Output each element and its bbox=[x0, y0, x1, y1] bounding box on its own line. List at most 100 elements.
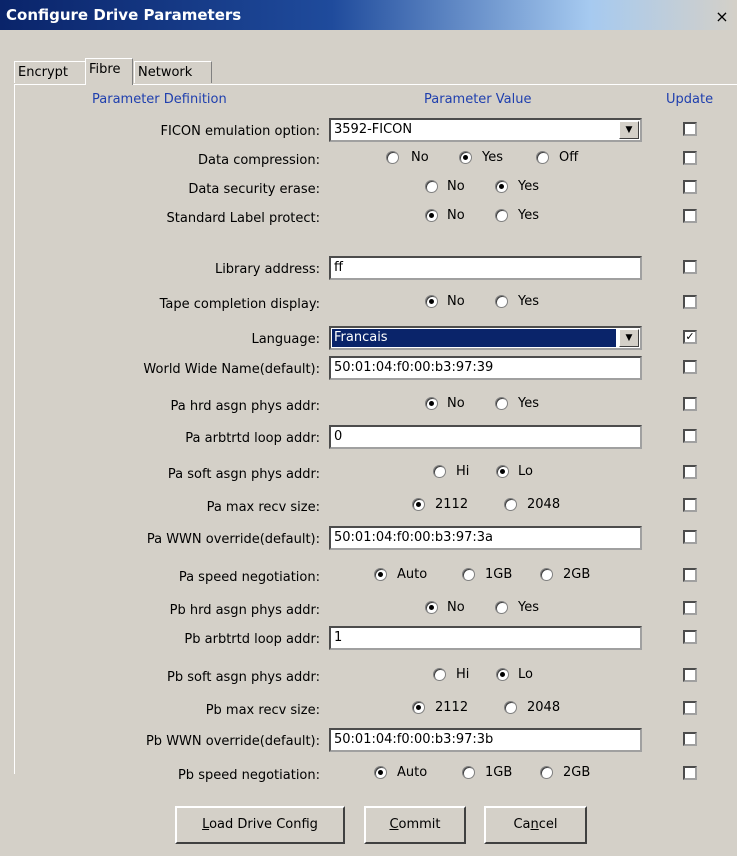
configure-drive-dialog: Configure Drive Parameters × Encrypt Fib… bbox=[0, 0, 737, 856]
language-select[interactable]: Francais ▼ bbox=[329, 326, 642, 350]
radio-auto[interactable] bbox=[374, 568, 387, 581]
update-checkbox-pa-wwn-override[interactable] bbox=[683, 530, 697, 544]
radio-2112[interactable] bbox=[412, 498, 425, 511]
update-checkbox-pa-max-recv[interactable] bbox=[683, 498, 697, 512]
tab-encrypt[interactable]: Encrypt bbox=[14, 61, 86, 83]
radio-off[interactable] bbox=[536, 151, 549, 164]
pa-arbtrtd-loop-input[interactable]: 0 bbox=[329, 425, 642, 449]
row-pb-max-recv: Pb max recv size: 2112 2048 bbox=[0, 697, 737, 725]
button-accelerator: C bbox=[389, 817, 399, 832]
radio-label: 2048 bbox=[527, 700, 561, 715]
radio-yes[interactable] bbox=[495, 601, 508, 614]
pa-arbtrtd-loop-label: Pa arbtrtd loop addr: bbox=[185, 431, 320, 446]
update-checkbox-tape-completion-display[interactable] bbox=[683, 295, 697, 309]
tab-network[interactable]: Network bbox=[134, 61, 212, 83]
radio-no[interactable] bbox=[425, 601, 438, 614]
tab-fibre[interactable]: Fibre bbox=[85, 58, 133, 85]
title-bar[interactable]: Configure Drive Parameters × bbox=[0, 0, 737, 30]
close-icon[interactable]: × bbox=[713, 8, 731, 26]
parameter-definition-header: Parameter Definition bbox=[92, 92, 227, 107]
radio-2gb[interactable] bbox=[540, 568, 553, 581]
radio-yes[interactable] bbox=[459, 151, 472, 164]
update-checkbox-pa-soft-asgn[interactable] bbox=[683, 465, 697, 479]
row-data-security-erase: Data security erase: No Yes bbox=[0, 176, 737, 204]
button-text: oad Drive Config bbox=[209, 817, 318, 832]
pa-hrd-asgn-label: Pa hrd asgn phys addr: bbox=[170, 399, 320, 414]
chevron-down-icon[interactable]: ▼ bbox=[619, 329, 639, 347]
radio-1gb[interactable] bbox=[462, 568, 475, 581]
row-pa-arbtrtd-loop: Pa arbtrtd loop addr: 0 bbox=[0, 425, 737, 453]
pb-arbtrtd-loop-input[interactable]: 1 bbox=[329, 626, 642, 650]
radio-no[interactable] bbox=[425, 209, 438, 222]
radio-no[interactable] bbox=[425, 180, 438, 193]
radio-2048[interactable] bbox=[504, 701, 517, 714]
radio-label: 2048 bbox=[527, 497, 561, 512]
update-checkbox-data-compression[interactable] bbox=[683, 151, 697, 165]
update-checkbox-data-security-erase[interactable] bbox=[683, 180, 697, 194]
radio-2112[interactable] bbox=[412, 701, 425, 714]
update-checkbox-library-address[interactable] bbox=[683, 260, 697, 274]
cancel-button[interactable]: Cancel bbox=[484, 806, 587, 844]
ficon-emulation-label: FICON emulation option: bbox=[160, 124, 320, 139]
update-checkbox-world-wide-name[interactable] bbox=[683, 360, 697, 374]
update-checkbox-pb-soft-asgn[interactable] bbox=[683, 668, 697, 682]
data-security-erase-label: Data security erase: bbox=[188, 182, 320, 197]
radio-hi[interactable] bbox=[433, 668, 446, 681]
radio-auto[interactable] bbox=[374, 766, 387, 779]
update-checkbox-pb-speed[interactable] bbox=[683, 766, 697, 780]
row-ficon-emulation: FICON emulation option: 3592-FICON ▼ bbox=[0, 118, 737, 146]
radio-yes[interactable] bbox=[495, 209, 508, 222]
radio-label: 2112 bbox=[435, 700, 469, 715]
radio-no[interactable] bbox=[425, 397, 438, 410]
pb-max-recv-label: Pb max recv size: bbox=[205, 703, 320, 718]
library-address-input[interactable]: ff bbox=[329, 256, 642, 280]
pa-max-recv-label: Pa max recv size: bbox=[206, 500, 320, 515]
radio-label: No bbox=[447, 208, 465, 223]
radio-1gb[interactable] bbox=[462, 766, 475, 779]
radio-label: Yes bbox=[482, 150, 503, 165]
row-pb-soft-asgn: Pb soft asgn phys addr: Hi Lo bbox=[0, 664, 737, 692]
radio-no[interactable] bbox=[386, 151, 399, 164]
row-library-address: Library address: ff bbox=[0, 256, 737, 284]
row-tape-completion-display: Tape completion display: No Yes bbox=[0, 291, 737, 319]
radio-2gb[interactable] bbox=[540, 766, 553, 779]
update-checkbox-pb-arbtrtd-loop[interactable] bbox=[683, 630, 697, 644]
ficon-emulation-select[interactable]: 3592-FICON ▼ bbox=[329, 118, 642, 142]
pa-wwn-override-input[interactable]: 50:01:04:f0:00:b3:97:3a bbox=[329, 526, 642, 550]
update-checkbox-language[interactable]: ✓ bbox=[683, 330, 697, 344]
row-pb-hrd-asgn: Pb hrd asgn phys addr: No Yes bbox=[0, 597, 737, 625]
pa-speed-negotiation-label: Pa speed negotiation: bbox=[178, 570, 320, 585]
update-checkbox-pa-hrd-asgn[interactable] bbox=[683, 397, 697, 411]
radio-yes[interactable] bbox=[495, 180, 508, 193]
radio-label: No bbox=[411, 150, 429, 165]
radio-lo[interactable] bbox=[496, 465, 509, 478]
radio-lo[interactable] bbox=[496, 668, 509, 681]
update-checkbox-pa-speed[interactable] bbox=[683, 568, 697, 582]
data-compression-label: Data compression: bbox=[198, 153, 320, 168]
commit-button[interactable]: Commit bbox=[364, 806, 466, 844]
pb-wwn-override-input[interactable]: 50:01:04:f0:00:b3:97:3b bbox=[329, 728, 642, 752]
radio-yes[interactable] bbox=[495, 397, 508, 410]
load-drive-config-button[interactable]: Load Drive Config bbox=[175, 806, 345, 844]
standard-label-protect-label: Standard Label protect: bbox=[166, 211, 320, 226]
radio-label: Auto bbox=[397, 567, 428, 582]
radio-no[interactable] bbox=[425, 295, 438, 308]
pb-arbtrtd-loop-label: Pb arbtrtd loop addr: bbox=[184, 632, 320, 647]
radio-2048[interactable] bbox=[504, 498, 517, 511]
update-checkbox-pa-arbtrtd-loop[interactable] bbox=[683, 429, 697, 443]
radio-yes[interactable] bbox=[495, 295, 508, 308]
update-checkbox-pb-wwn-override[interactable] bbox=[683, 732, 697, 746]
radio-label: Hi bbox=[456, 667, 470, 682]
radio-label: Hi bbox=[456, 464, 470, 479]
row-pa-hrd-asgn: Pa hrd asgn phys addr: No Yes bbox=[0, 393, 737, 421]
chevron-down-icon[interactable]: ▼ bbox=[619, 121, 639, 139]
radio-hi[interactable] bbox=[433, 465, 446, 478]
button-text: ommit bbox=[398, 817, 441, 832]
library-address-label: Library address: bbox=[214, 262, 320, 277]
update-checkbox-pb-max-recv[interactable] bbox=[683, 701, 697, 715]
radio-label: Yes bbox=[518, 396, 539, 411]
update-checkbox-standard-label-protect[interactable] bbox=[683, 209, 697, 223]
update-checkbox-ficon[interactable] bbox=[683, 122, 697, 136]
world-wide-name-input[interactable]: 50:01:04:f0:00:b3:97:39 bbox=[329, 356, 642, 380]
update-checkbox-pb-hrd-asgn[interactable] bbox=[683, 601, 697, 615]
